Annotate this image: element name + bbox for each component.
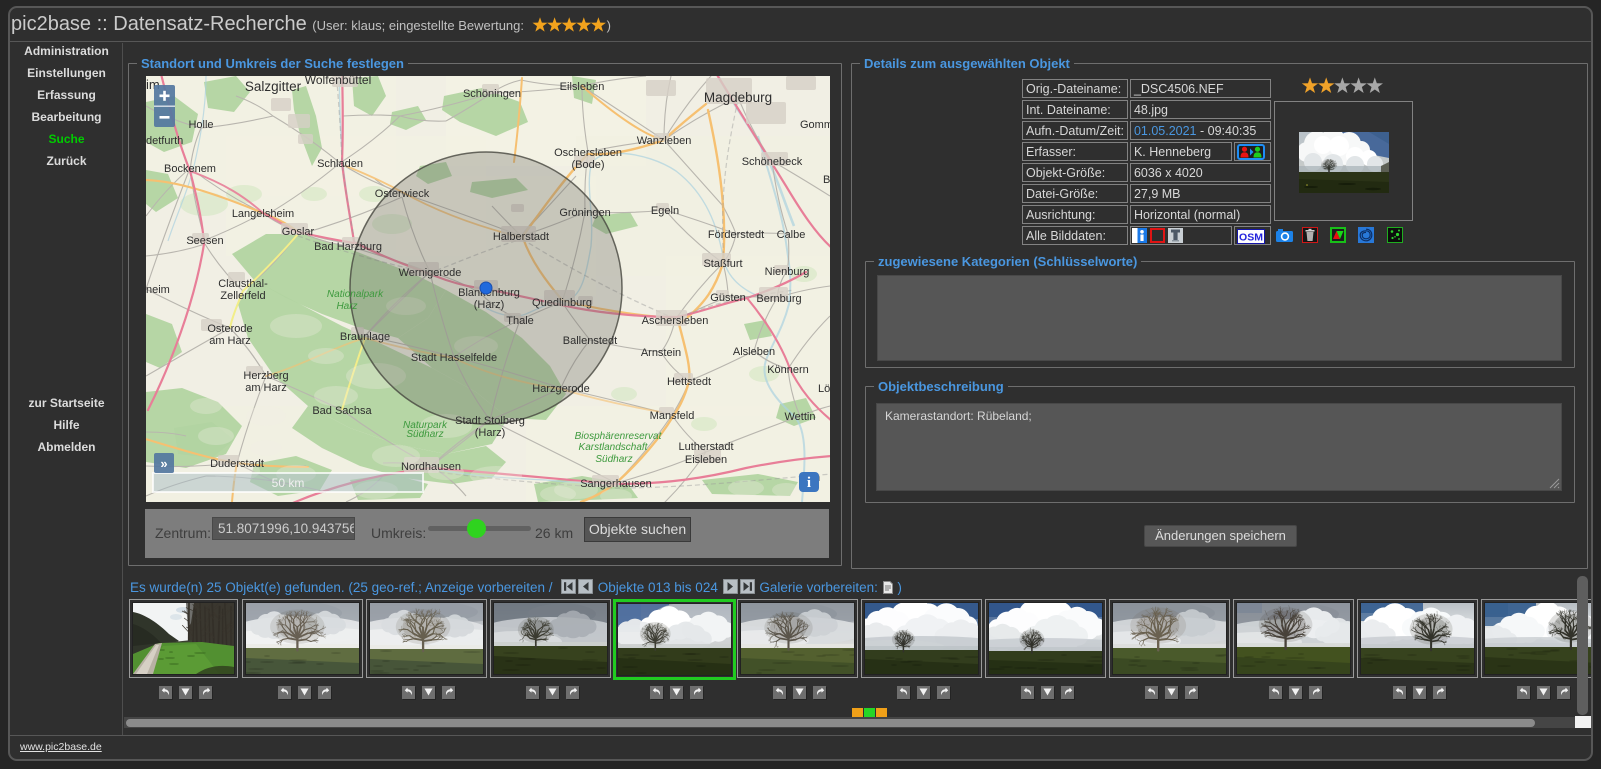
svg-text:Löb: Löb (818, 383, 830, 395)
svg-text:Clausthal-: Clausthal- (218, 278, 268, 290)
svg-text:Osterwieck: Osterwieck (375, 188, 430, 200)
svg-text:am Harz: am Harz (245, 382, 287, 394)
svg-text:i: i (807, 475, 811, 491)
svg-text:Bockenem: Bockenem (164, 163, 216, 175)
svg-text:Nordhausen: Nordhausen (401, 461, 461, 473)
svg-text:Arnstein: Arnstein (641, 347, 681, 359)
svg-text:Langelsheim: Langelsheim (232, 208, 294, 220)
svg-text:neim: neim (146, 284, 170, 296)
svg-text:Alsleben: Alsleben (733, 346, 775, 358)
svg-text:Bad Sachsa: Bad Sachsa (312, 405, 372, 417)
svg-text:Stadt Stolberg: Stadt Stolberg (455, 415, 525, 427)
svg-text:Goslar: Goslar (282, 226, 315, 238)
svg-text:Holle: Holle (188, 119, 213, 131)
svg-text:Schladen: Schladen (317, 158, 363, 170)
svg-text:Wanzleben: Wanzleben (637, 135, 692, 147)
svg-text:Egeln: Egeln (651, 205, 679, 217)
svg-text:Staßfurt: Staßfurt (703, 258, 742, 270)
svg-text:Aschersleben: Aschersleben (642, 315, 709, 327)
svg-text:Förderstedt: Förderstedt (708, 229, 764, 241)
svg-text:Bad Harzburg: Bad Harzburg (314, 241, 382, 253)
svg-text:Lutherstadt: Lutherstadt (678, 441, 733, 453)
svg-text:Könnern: Könnern (767, 364, 809, 376)
svg-text:Bernburg: Bernburg (756, 293, 801, 305)
svg-text:Halberstadt: Halberstadt (493, 231, 549, 243)
svg-text:Herzberg: Herzberg (243, 370, 288, 382)
svg-text:Salzgitter: Salzgitter (245, 79, 302, 94)
svg-text:Wettin: Wettin (785, 411, 816, 423)
svg-text:Eilsleben: Eilsleben (560, 81, 605, 93)
svg-text:Wolfenbüttel: Wolfenbüttel (305, 76, 372, 87)
svg-text:Ba: Ba (823, 174, 830, 186)
svg-text:detfurth: detfurth (146, 135, 183, 147)
svg-text:Calbe: Calbe (777, 229, 806, 241)
svg-text:Oschersleben: Oschersleben (554, 147, 622, 159)
svg-text:Stadt Hasselfelde: Stadt Hasselfelde (411, 352, 497, 364)
svg-text:Wernigerode: Wernigerode (399, 267, 462, 279)
svg-text:Quedlinburg: Quedlinburg (532, 297, 592, 309)
svg-text:Zellerfeld: Zellerfeld (220, 290, 265, 302)
svg-text:Gommer: Gommer (800, 119, 830, 131)
svg-text:Nienburg: Nienburg (765, 266, 810, 278)
svg-text:Thale: Thale (506, 315, 534, 327)
svg-text:Harz: Harz (336, 301, 357, 312)
svg-text:Nationalpark: Nationalpark (327, 289, 384, 300)
svg-text:Schöningen: Schöningen (463, 88, 521, 100)
svg-text:Eisleben: Eisleben (685, 454, 727, 466)
svg-text:(Harz): (Harz) (475, 427, 506, 439)
svg-text:Gröningen: Gröningen (559, 207, 610, 219)
svg-text:Mansfeld: Mansfeld (650, 410, 695, 422)
svg-text:50 km: 50 km (272, 476, 305, 490)
svg-text:(Harz): (Harz) (474, 299, 505, 311)
svg-text:Osterode: Osterode (207, 323, 252, 335)
svg-text:Schönebeck: Schönebeck (742, 156, 803, 168)
svg-text:Duderstadt: Duderstadt (210, 458, 264, 470)
svg-text:Südharz: Südharz (595, 454, 632, 465)
svg-text:Ballenstedt: Ballenstedt (563, 335, 617, 347)
svg-text:Harzgerode: Harzgerode (532, 383, 589, 395)
svg-text:Braunlage: Braunlage (340, 331, 390, 343)
svg-text:Sangerhausen: Sangerhausen (580, 478, 652, 490)
svg-text:Seesen: Seesen (186, 235, 223, 247)
svg-text:Magdeburg: Magdeburg (704, 90, 772, 105)
svg-text:Hettstedt: Hettstedt (667, 376, 711, 388)
svg-text:Biosphärenreservat: Biosphärenreservat (575, 431, 663, 442)
svg-text:Güsten: Güsten (710, 292, 745, 304)
svg-text:»: » (160, 456, 167, 471)
svg-text:(Bode): (Bode) (571, 159, 604, 171)
svg-text:am Harz: am Harz (209, 335, 251, 347)
svg-text:Karstlandschaft: Karstlandschaft (579, 442, 649, 453)
svg-text:Südharz: Südharz (406, 429, 443, 440)
svg-text:OSM: OSM (1239, 231, 1263, 243)
